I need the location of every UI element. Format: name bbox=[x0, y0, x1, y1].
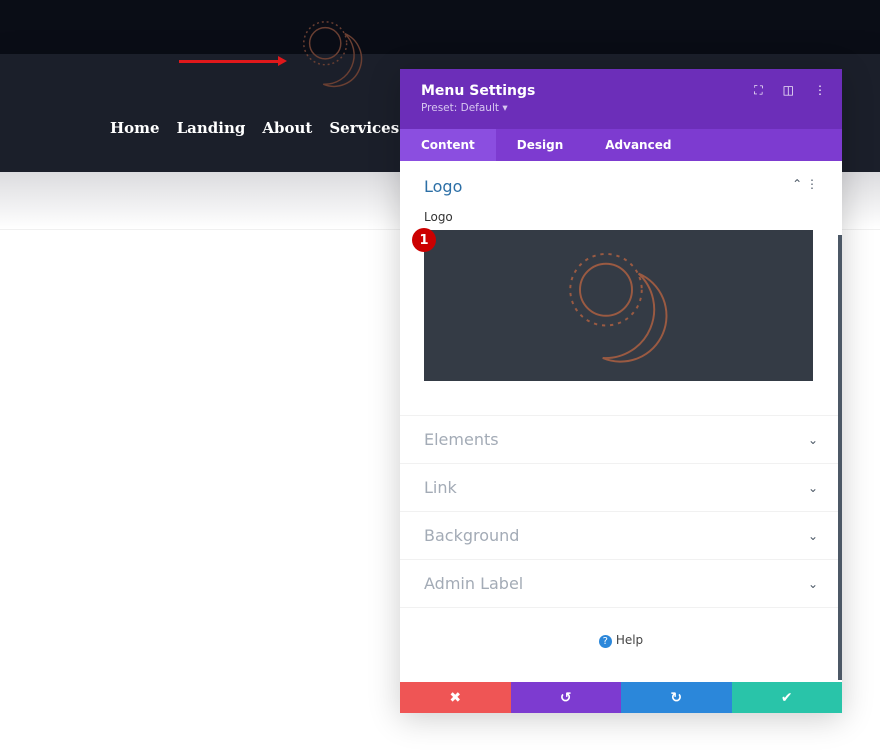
panel-tabs: Content Design Advanced bbox=[400, 129, 842, 161]
cancel-button[interactable]: ✖ bbox=[400, 682, 511, 713]
chevron-down-icon: ⌄ bbox=[807, 432, 818, 447]
section-background[interactable]: Background ⌄ bbox=[400, 512, 842, 560]
section-label: Admin Label bbox=[424, 574, 524, 593]
nav-services[interactable]: Services bbox=[329, 119, 399, 137]
scrollbar[interactable] bbox=[838, 235, 842, 680]
chevron-down-icon: ⌄ bbox=[807, 576, 818, 591]
sun-moon-logo bbox=[303, 21, 363, 88]
undo-button[interactable]: ↺ bbox=[510, 682, 621, 713]
chevron-down-icon: ⌄ bbox=[807, 528, 818, 543]
main-nav: Home Landing About Services Pr bbox=[110, 119, 435, 137]
chevron-down-icon: ⌄ bbox=[807, 480, 818, 495]
logo-section: Logo ⌃ ⋮ Logo 1 bbox=[400, 161, 842, 416]
tab-content[interactable]: Content bbox=[400, 129, 496, 161]
more-options-icon[interactable]: ⋮ bbox=[814, 83, 826, 98]
fullscreen-icon[interactable]: ⛶ bbox=[754, 83, 762, 98]
menu-settings-panel: Menu Settings Preset: Default ▾ ⛶ ◫ ⋮ Co… bbox=[400, 69, 842, 713]
section-label: Link bbox=[424, 478, 457, 497]
preset-dropdown[interactable]: Preset: Default ▾ bbox=[421, 102, 821, 114]
section-admin-label[interactable]: Admin Label ⌄ bbox=[400, 560, 842, 608]
split-view-icon[interactable]: ◫ bbox=[783, 83, 794, 98]
nav-landing[interactable]: Landing bbox=[177, 119, 246, 137]
panel-header: Menu Settings Preset: Default ▾ ⛶ ◫ ⋮ bbox=[400, 69, 842, 129]
logo-field-label: Logo bbox=[424, 210, 453, 224]
section-link[interactable]: Link ⌄ bbox=[400, 464, 842, 512]
sun-moon-logo-preview bbox=[568, 252, 667, 363]
help-label: Help bbox=[615, 633, 644, 647]
section-elements[interactable]: Elements ⌄ bbox=[400, 416, 842, 464]
logo-section-title[interactable]: Logo bbox=[424, 177, 462, 196]
nav-home[interactable]: Home bbox=[110, 119, 160, 137]
section-label: Background bbox=[424, 526, 520, 545]
top-bar bbox=[0, 0, 880, 54]
step-badge: 1 bbox=[412, 228, 436, 252]
chevron-up-icon[interactable]: ⌃ ⋮ bbox=[792, 177, 818, 196]
nav-about[interactable]: About bbox=[262, 119, 312, 137]
section-label: Elements bbox=[424, 430, 499, 449]
logo-upload-preview[interactable]: 1 bbox=[412, 228, 813, 381]
help-link[interactable]: ? Help bbox=[400, 633, 842, 648]
panel-footer: ✖ ↺ ↻ ✔ bbox=[400, 682, 842, 713]
tab-design[interactable]: Design bbox=[496, 129, 585, 161]
arrow-annotation bbox=[179, 56, 287, 66]
redo-button[interactable]: ↻ bbox=[621, 682, 732, 713]
help-icon: ? bbox=[598, 635, 612, 648]
save-button[interactable]: ✔ bbox=[731, 682, 842, 713]
tab-advanced[interactable]: Advanced bbox=[584, 129, 692, 161]
